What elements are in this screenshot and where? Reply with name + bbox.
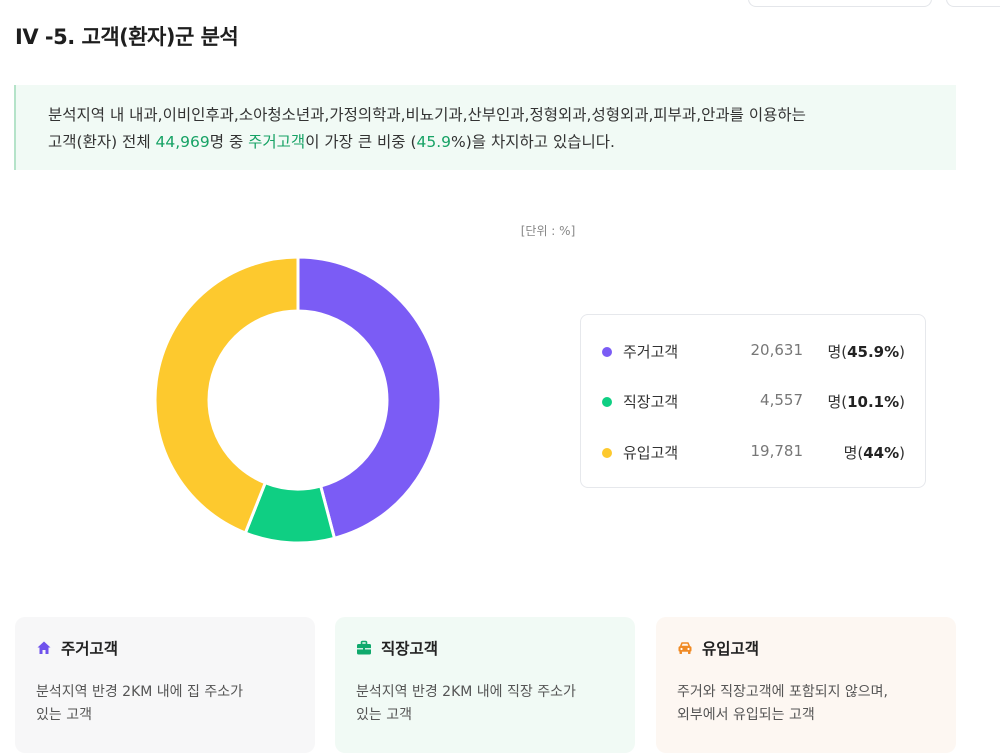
- summary-prefix: 고객(환자) 전체: [48, 133, 156, 151]
- summary-top-pct: 45.9: [416, 133, 452, 151]
- legend-unit-suffix: ): [899, 444, 905, 462]
- card-workplace: 직장고객 분석지역 반경 2KM 내에 직장 주소가 있는 고객: [335, 617, 635, 753]
- chart-legend: 주거고객 20,631 명(45.9%) 직장고객 4,557 명(10.1%)…: [580, 314, 926, 488]
- card-title: 주거고객: [61, 640, 119, 658]
- summary-line-1: 분석지역 내 내과,이비인후과,소아청소년과,가정의학과,비뇨기과,산부인과,정…: [48, 106, 806, 124]
- card-desc-line: 주거와 직장고객에 포함되지 않으며,: [677, 684, 888, 700]
- donut-chart: [150, 252, 446, 548]
- card-header: 직장고객: [356, 637, 635, 659]
- section-title: IV -5. 고객(환자)군 분석: [15, 25, 239, 49]
- legend-name: 유입고객: [623, 444, 679, 462]
- legend-pct: 10.1%: [847, 393, 900, 411]
- legend-pct: 45.9%: [847, 343, 900, 361]
- legend-name: 직장고객: [623, 393, 679, 411]
- card-header: 유입고객: [677, 637, 956, 659]
- card-resident: 주거고객 분석지역 반경 2KM 내에 집 주소가 있는 고객: [15, 617, 315, 753]
- legend-row-inflow: 유입고객 19,781 명(44%): [581, 440, 925, 466]
- card-inflow: 유입고객 주거와 직장고객에 포함되지 않으며, 외부에서 유입되는 고객: [656, 617, 956, 753]
- legend-unit-prefix: 명(: [843, 444, 864, 462]
- legend-unit: 명(45.9%): [827, 341, 905, 362]
- legend-value: 4,557: [760, 391, 803, 409]
- legend-unit: 명(44%): [844, 442, 905, 463]
- legend-row-resident: 주거고객 20,631 명(45.9%): [581, 339, 925, 365]
- legend-unit: 명(10.1%): [827, 391, 905, 412]
- card-desc-line: 외부에서 유입되는 고객: [677, 707, 815, 723]
- legend-pct: 44%: [863, 444, 900, 462]
- briefcase-icon: [356, 640, 372, 656]
- legend-unit-prefix: 명(: [827, 343, 848, 361]
- summary-top-group: 주거고객: [248, 133, 306, 151]
- summary-suffix: %)을 차지하고 있습니다.: [451, 133, 615, 151]
- card-title: 직장고객: [381, 640, 439, 658]
- summary-line-2: 고객(환자) 전체 44,969명 중 주거고객이 가장 큰 비중 (45.9%…: [48, 129, 956, 156]
- page: IV -5. 고객(환자)군 분석 분석지역 내 내과,이비인후과,소아청소년과…: [0, 0, 1000, 753]
- card-title: 유입고객: [702, 640, 760, 658]
- card-desc-line: 분석지역 반경 2KM 내에 직장 주소가: [356, 684, 576, 700]
- legend-unit-suffix: ): [899, 393, 905, 411]
- legend-row-workplace: 직장고객 4,557 명(10.1%): [581, 389, 925, 415]
- card-desc-line: 분석지역 반경 2KM 내에 집 주소가: [36, 684, 243, 700]
- legend-unit-suffix: ): [899, 343, 905, 361]
- card-desc-line: 있는 고객: [356, 707, 412, 723]
- summary-total: 44,969: [155, 133, 210, 151]
- legend-value: 20,631: [750, 341, 804, 359]
- card-description: 주거와 직장고객에 포함되지 않으며, 외부에서 유입되는 고객: [677, 681, 939, 727]
- top-tabs: [748, 0, 1000, 10]
- summary-mid-1: 명 중: [209, 133, 249, 151]
- top-tab-1[interactable]: [748, 0, 932, 7]
- card-description: 분석지역 반경 2KM 내에 집 주소가 있는 고객: [36, 681, 298, 727]
- home-icon: [36, 640, 52, 656]
- legend-dot-resident: [602, 347, 612, 357]
- top-tab-2[interactable]: [946, 0, 1000, 7]
- card-desc-line: 있는 고객: [36, 707, 92, 723]
- legend-unit-prefix: 명(: [827, 393, 848, 411]
- card-description: 분석지역 반경 2KM 내에 직장 주소가 있는 고객: [356, 681, 618, 727]
- legend-dot-workplace: [602, 397, 612, 407]
- card-header: 주거고객: [36, 637, 315, 659]
- donut-svg: [153, 255, 443, 545]
- legend-dot-inflow: [602, 448, 612, 458]
- unit-label: [단위 : %]: [520, 224, 576, 238]
- car-icon: [677, 640, 693, 656]
- summary-box: 분석지역 내 내과,이비인후과,소아청소년과,가정의학과,비뇨기과,산부인과,정…: [14, 85, 956, 170]
- summary-mid-2: 이 가장 큰 비중 (: [305, 133, 417, 151]
- legend-value: 19,781: [750, 442, 804, 460]
- legend-name: 주거고객: [623, 343, 679, 361]
